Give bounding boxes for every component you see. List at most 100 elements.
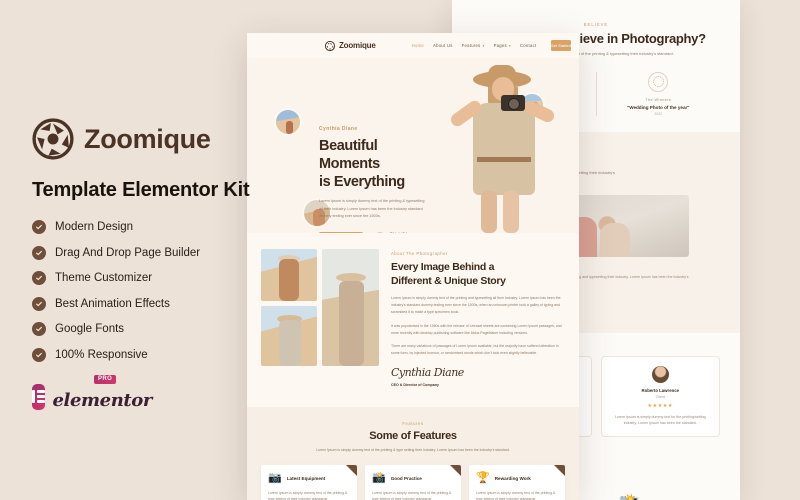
list-item: Best Animation Effects (32, 296, 252, 311)
features-section: Features Some of Features Lorem Ipsum is… (247, 407, 579, 500)
navbar-get-started-button[interactable]: Get Started (550, 40, 571, 51)
feature-card[interactable]: 📸 Good Practice Lorem Ipsum is simply du… (365, 464, 461, 500)
avatar (651, 365, 669, 383)
signature: Cynthia Diane (391, 366, 464, 380)
nav-item-contact[interactable]: Contact (520, 43, 537, 48)
gallery-photo (261, 249, 317, 301)
testimonial-role: Client (655, 394, 665, 399)
list-item: Drag And Drop Page Builder (32, 245, 252, 260)
promo-title: Template Elementor Kit (32, 179, 250, 201)
feature-card-text: Lorem Ipsum is simply dummy text of the … (372, 490, 452, 500)
nav-item-pages[interactable]: Pages ▾ (494, 43, 511, 48)
site-navbar: Zoomique Home About Us Features ▾ Pages ▾ … (247, 33, 579, 58)
award-top: The Winners (645, 97, 672, 102)
about-paragraph-2: It was popularised in the 1960s with the… (391, 323, 562, 335)
check-circle-icon (32, 347, 46, 362)
rating-stars-icon: ★★★★★ (647, 402, 673, 409)
elementor-pro-logo: elementor PRO (32, 374, 152, 411)
features-headline: Some of Features (369, 430, 457, 443)
promo-feature-list: Modern Design Drag And Drop Page Builder… (32, 220, 252, 362)
about-headline: Every Image Behind a Different & Unique … (391, 260, 565, 288)
features-kicker: Features (402, 421, 424, 427)
feature-card-title: Rewarding Work (494, 475, 531, 481)
feature-label: Drag And Drop Page Builder (55, 246, 201, 259)
camera-shutter-icon (325, 40, 335, 51)
feature-label: Google Fonts (55, 323, 125, 335)
navbar-links: Home About Us Features ▾ Pages ▾ Contact (412, 43, 537, 48)
award-seal-icon (648, 71, 669, 92)
check-circle-icon (32, 245, 46, 260)
about-headline-line2: Different & Unique Story (391, 275, 506, 288)
nav-item-features[interactable]: Features ▾ (462, 43, 485, 48)
list-item: Modern Design (32, 220, 252, 234)
elementor-wordmark: elementor (52, 389, 152, 411)
studio-logo-icon: 📸 (614, 494, 644, 500)
corner-fold-decoration (450, 464, 461, 476)
feature-card-text: Lorem Ipsum is simply dummy text of the … (268, 490, 348, 500)
corner-fold-decoration (554, 464, 565, 476)
about-gallery (261, 249, 381, 387)
hero-headline-line2: is Everything (319, 174, 405, 191)
gallery-photo (322, 249, 379, 366)
feature-card-title: Latest Equipment (286, 475, 326, 481)
check-circle-icon (32, 322, 46, 336)
corner-fold-decoration (346, 464, 357, 476)
navbar-brand-name: Zoomique (339, 41, 376, 50)
feature-card-title: Good Practice (390, 475, 422, 481)
chevron-down-icon: ▾ (508, 44, 511, 48)
camera-equipment-icon: 📷 (268, 471, 282, 484)
feature-card[interactable]: 📷 Latest Equipment Lorem Ipsum is simply… (261, 464, 357, 500)
about-paragraph-1: Lorem Ipsum is simply dummy text of the … (391, 296, 561, 314)
testimonial-name: Roberto Lawrence (641, 387, 680, 393)
about-headline-line1: Every Image Behind a (391, 261, 495, 273)
hero-headline-line1: Beautiful Moments (319, 138, 380, 173)
nav-item-about-us[interactable]: About Us (433, 43, 453, 48)
hero-avatar-top-left (274, 108, 302, 136)
hero-section: Cynthia Diane Beautiful Moments is Every… (247, 58, 579, 233)
testimonial-text: Lorem Ipsum is simply dummy text for the… (614, 414, 706, 426)
elementor-badge-icon (32, 383, 46, 410)
list-item: Theme Customizer (32, 271, 252, 285)
check-circle-icon (32, 271, 46, 285)
award-name: "Wedding Photo of the year" (627, 104, 690, 110)
hero-kicker: Cynthia Diane (319, 126, 358, 132)
feature-label: Best Animation Effects (55, 297, 170, 310)
feature-label: Modern Design (55, 221, 133, 233)
about-paragraph-3: There are many variations of passages of… (391, 344, 559, 356)
check-circle-icon (32, 296, 46, 311)
award-year: 2022 (654, 111, 663, 116)
pro-badge: PRO (94, 374, 117, 384)
feature-label: 100% Responsive (55, 348, 148, 361)
signature-role: CEO & Director of Company (391, 383, 439, 388)
hero-headline: Beautiful Moments is Everything (319, 137, 437, 191)
play-icon[interactable] (374, 231, 386, 233)
hero-paragraph: Lorem Ipsum is simply dummy text of the … (319, 199, 425, 219)
gallery-photo (261, 306, 317, 366)
feature-label: Theme Customizer (55, 272, 153, 284)
award-icon: 🏆 (476, 471, 490, 484)
feature-cards: 📷 Latest Equipment Lorem Ipsum is simply… (261, 464, 565, 500)
about-copy: About The Photographer Every Image Behin… (391, 249, 565, 387)
camera-prop-icon (501, 95, 525, 111)
promo-brand-name: Zoomique (84, 123, 211, 154)
partner-item: 📸 STUDIO NAME (614, 494, 644, 500)
about-kicker: About The Photographer (391, 251, 448, 256)
chevron-down-icon: ▾ (482, 44, 485, 48)
hero-get-started-button[interactable]: Get Started (319, 231, 363, 233)
nav-item-home[interactable]: Home (412, 43, 424, 48)
feature-card-text: Lorem Ipsum is simply dummy text of the … (476, 490, 556, 500)
camera-shutter-icon (32, 118, 74, 160)
check-circle-icon (32, 220, 46, 234)
main-page-mockup: Zoomique Home About Us Features ▾ Pages ▾ … (247, 33, 579, 500)
feature-card[interactable]: 🏆 Rewarding Work Lorem Ipsum is simply d… (469, 464, 565, 500)
about-section: About The Photographer Every Image Behin… (247, 233, 579, 408)
believe-kicker: Believe (583, 22, 609, 27)
testimonial-card: Roberto Lawrence Client ★★★★★ Lorem Ipsu… (600, 355, 720, 437)
list-item: 100% Responsive (32, 347, 252, 362)
features-subtitle: Lorem Ipsum is simply dummy text of the … (316, 448, 510, 453)
hero-watch-video[interactable]: Watch Video About Us (374, 231, 411, 233)
watch-video-label: Watch Video (390, 232, 411, 233)
navbar-brand[interactable]: Zoomique (325, 40, 376, 51)
promo-panel: Zoomique Template Elementor Kit Modern D… (0, 0, 252, 500)
award-item: The Winners "Wedding Photo of the year" … (595, 71, 721, 116)
